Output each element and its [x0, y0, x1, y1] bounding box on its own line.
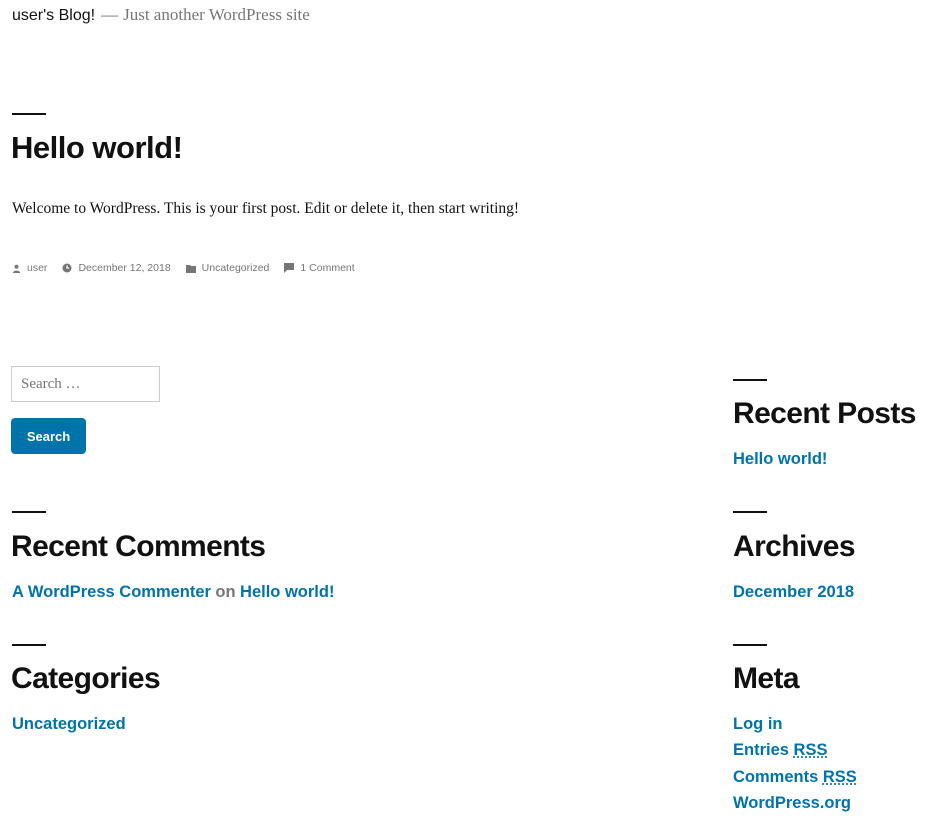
category-item[interactable]: Uncategorized [12, 715, 126, 734]
categories-title: Categories [11, 662, 161, 695]
post-category-link[interactable]: Uncategorized [202, 262, 270, 274]
post-date: December 12, 2018 [62, 262, 171, 274]
entries-label: Entries [733, 741, 789, 759]
post-title-rule [12, 113, 46, 115]
post-content: Welcome to WordPress. This is your first… [12, 200, 520, 217]
post-meta: user December 12, 2018 Uncategorized 1 C… [12, 262, 370, 274]
recent-comments-title: Recent Comments [11, 530, 266, 563]
recent-comment-item: A WordPress Commenter on Hello world! [12, 583, 334, 602]
recent-post-item[interactable]: Hello world! [733, 450, 827, 469]
recent-comments-rule [12, 511, 46, 513]
search-button[interactable]: Search [11, 418, 86, 454]
site-description: Just another WordPress site [123, 5, 310, 24]
comment-connector: on [215, 583, 236, 601]
archive-item[interactable]: December 2018 [733, 583, 854, 602]
site-title[interactable]: user's Blog! [12, 7, 95, 24]
post-comments-link[interactable]: 1 Comment [300, 262, 354, 274]
site-title-separator: — [101, 5, 119, 24]
archives-rule [733, 511, 767, 513]
meta-log-in-link[interactable]: Log in [733, 715, 782, 734]
folder-icon [185, 264, 196, 273]
meta-wordpress-org-link[interactable]: WordPress.org [733, 794, 851, 813]
comment-bubble-icon [284, 263, 295, 273]
comment-author-link[interactable]: A WordPress Commenter [12, 583, 211, 601]
recent-posts-rule [733, 379, 767, 381]
post-author-link[interactable]: user [27, 262, 47, 274]
post-category: Uncategorized [185, 262, 270, 274]
meta-entries-rss-link[interactable]: Entries RSS [733, 741, 827, 760]
post-comments: 1 Comment [284, 262, 355, 274]
meta-title: Meta [733, 662, 800, 695]
categories-rule [12, 644, 46, 646]
meta-rule [733, 644, 767, 646]
post-author: user [12, 262, 47, 274]
rss-abbr: RSS [793, 741, 828, 759]
archives-title: Archives [733, 530, 856, 563]
clock-icon [62, 263, 72, 273]
person-icon [12, 264, 21, 273]
post-title[interactable]: Hello world! [11, 130, 183, 166]
search-input[interactable] [11, 366, 160, 402]
comments-label: Comments [733, 768, 819, 786]
recent-posts-title: Recent Posts [733, 397, 916, 430]
meta-comments-rss-link[interactable]: Comments RSS [733, 768, 857, 787]
rss-abbr: RSS [822, 768, 857, 786]
comment-post-link[interactable]: Hello world! [240, 583, 334, 601]
post-date-link[interactable]: December 12, 2018 [78, 262, 170, 274]
site-header: user's Blog! — Just another WordPress site [12, 5, 310, 25]
